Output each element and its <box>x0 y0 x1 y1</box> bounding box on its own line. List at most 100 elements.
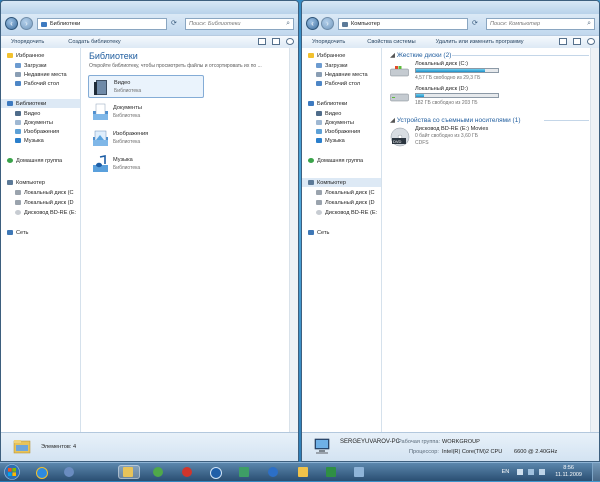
taskbar-app-browser[interactable] <box>62 465 76 479</box>
address-text: Библиотеки <box>50 21 81 27</box>
nav-recent-places[interactable]: Недавние места <box>316 70 381 79</box>
nav-drive-e[interactable]: Дисковод BD-RE (E: <box>316 208 381 217</box>
nav-libraries[interactable]: Библиотеки <box>1 99 80 108</box>
nav-label: Избранное <box>317 52 346 59</box>
nav-drive-d[interactable]: Локальный диск (D <box>316 198 381 207</box>
title-bar[interactable] <box>1 1 298 14</box>
nav-label: Видео <box>24 110 41 117</box>
nav-homegroup[interactable]: Домашняя группа <box>7 156 80 165</box>
drive-name: Дисковод BD-RE (E:) Movies <box>415 126 489 132</box>
taskbar-app-mail[interactable] <box>296 465 310 479</box>
nav-favorites[interactable]: Избранное <box>7 51 80 60</box>
preview-pane-icon[interactable] <box>573 38 581 45</box>
address-libraries-icon <box>41 21 47 27</box>
clock-time: 8:56 <box>563 465 574 471</box>
nav-label: Компьютер <box>317 179 346 186</box>
nav-libraries[interactable]: Библиотеки <box>308 99 381 108</box>
clock-date: 11.11.2009 <box>555 472 582 478</box>
drive-c[interactable]: Локальный диск (C:) 4,57 ГБ свободно из … <box>390 60 500 82</box>
content-scrollbar[interactable] <box>289 48 298 433</box>
red-app-icon <box>182 467 192 477</box>
nav-drive-c[interactable]: Локальный диск (С <box>316 188 381 197</box>
view-options-icon[interactable] <box>258 38 266 45</box>
content-scrollbar[interactable] <box>590 48 599 433</box>
taskbar-app-media[interactable] <box>208 465 222 479</box>
nav-label: Избранное <box>16 52 45 59</box>
hard-drive-icon <box>15 200 21 205</box>
nav-downloads[interactable]: Загрузки <box>316 61 381 70</box>
nav-music[interactable]: Музыка <box>15 136 80 145</box>
back-button[interactable]: ‹ <box>5 17 18 30</box>
downloads-icon <box>15 63 21 68</box>
volume-icon[interactable] <box>539 469 546 475</box>
refresh-icon[interactable]: ⟳ <box>472 19 481 28</box>
library-caption: Библиотека <box>114 88 142 94</box>
nav-recent-places[interactable]: Недавние места <box>15 70 80 79</box>
search-input[interactable]: Поиск: Библиотеки ⌕ <box>185 18 294 30</box>
title-bar[interactable] <box>302 1 599 14</box>
taskbar-app-excel[interactable] <box>324 465 338 479</box>
taskbar-app-explorer[interactable] <box>118 465 140 479</box>
organize-button[interactable]: Упорядочить <box>11 39 44 45</box>
nav-documents[interactable]: Документы <box>316 118 381 127</box>
taskbar: EN 8:56 11.11.2009 <box>0 462 600 481</box>
start-button[interactable] <box>4 464 20 480</box>
language-indicator[interactable]: EN <box>502 469 510 475</box>
network-status-icon[interactable] <box>528 469 535 475</box>
nav-homegroup[interactable]: Домашняя группа <box>308 156 381 165</box>
preview-pane-icon[interactable] <box>272 38 280 45</box>
nav-network[interactable]: Сеть <box>7 228 80 237</box>
taskbar-app-ie[interactable] <box>34 465 48 479</box>
nav-pictures[interactable]: Изображения <box>316 127 381 136</box>
drive-e[interactable]: DVD Дисковод BD-RE (E:) Movies 0 байт св… <box>390 125 500 155</box>
nav-video[interactable]: Видео <box>15 109 80 118</box>
forward-button[interactable]: › <box>20 17 33 30</box>
library-documents[interactable]: Документы Библиотека <box>88 101 204 124</box>
nav-desktop[interactable]: Рабочий стол <box>316 79 381 88</box>
help-icon[interactable] <box>587 38 595 45</box>
nav-drive-e[interactable]: Дисковод BD-RE (E: <box>15 208 80 217</box>
uninstall-program-button[interactable]: Удалить или изменить программу <box>436 39 524 45</box>
nav-computer[interactable]: Компьютер <box>7 178 80 187</box>
forward-button[interactable]: › <box>321 17 334 30</box>
removable-header[interactable]: ◢ Устройства со съемными носителями (1) <box>390 116 520 124</box>
address-bar[interactable]: Библиотеки <box>37 18 167 30</box>
nav-label: Рабочий стол <box>325 80 361 87</box>
hard-disks-header[interactable]: ◢ Жесткие диски (2) <box>390 51 451 59</box>
nav-video[interactable]: Видео <box>316 109 381 118</box>
library-music[interactable]: Музыка Библиотека <box>88 153 204 176</box>
nav-desktop[interactable]: Рабочий стол <box>15 79 80 88</box>
refresh-icon[interactable]: ⟳ <box>171 19 180 28</box>
library-caption: Библиотека <box>113 113 141 119</box>
nav-pictures[interactable]: Изображения <box>15 127 80 136</box>
clock[interactable]: 8:56 11.11.2009 <box>555 465 582 479</box>
group-title: Жесткие диски (2) <box>396 52 452 59</box>
nav-computer[interactable]: Компьютер <box>302 178 381 187</box>
search-input[interactable]: Поиск: Компьютер ⌕ <box>486 18 595 30</box>
back-button[interactable]: ‹ <box>306 17 319 30</box>
view-options-icon[interactable] <box>559 38 567 45</box>
nav-downloads[interactable]: Загрузки <box>15 61 80 70</box>
taskbar-app-photo[interactable] <box>352 465 366 479</box>
organize-button[interactable]: Упорядочить <box>312 39 345 45</box>
tray-arrow-icon[interactable] <box>517 469 524 475</box>
drive-d[interactable]: Локальный диск (D:) 182 ГБ свободно из 2… <box>390 85 500 107</box>
nav-drive-c[interactable]: Локальный диск (С <box>15 188 80 197</box>
address-bar[interactable]: Компьютер <box>338 18 468 30</box>
nav-favorites[interactable]: Избранное <box>308 51 381 60</box>
nav-drive-d[interactable]: Локальный диск (D <box>15 198 80 207</box>
nav-documents[interactable]: Документы <box>15 118 80 127</box>
nav-music[interactable]: Музыка <box>316 136 381 145</box>
show-desktop-button[interactable] <box>592 463 600 481</box>
help-icon[interactable] <box>286 38 294 45</box>
library-video[interactable]: Видео Библиотека <box>88 75 204 98</box>
taskbar-app-green[interactable] <box>151 465 165 479</box>
system-properties-button[interactable]: Свойства системы <box>367 39 415 45</box>
taskbar-app-blue[interactable] <box>266 465 280 479</box>
nav-label: Библиотеки <box>317 100 348 107</box>
taskbar-app-tool[interactable] <box>237 465 251 479</box>
taskbar-app-red[interactable] <box>180 465 194 479</box>
library-pictures[interactable]: Изображения Библиотека <box>88 127 204 150</box>
create-library-button[interactable]: Создать библиотеку <box>68 39 120 45</box>
nav-network[interactable]: Сеть <box>308 228 381 237</box>
